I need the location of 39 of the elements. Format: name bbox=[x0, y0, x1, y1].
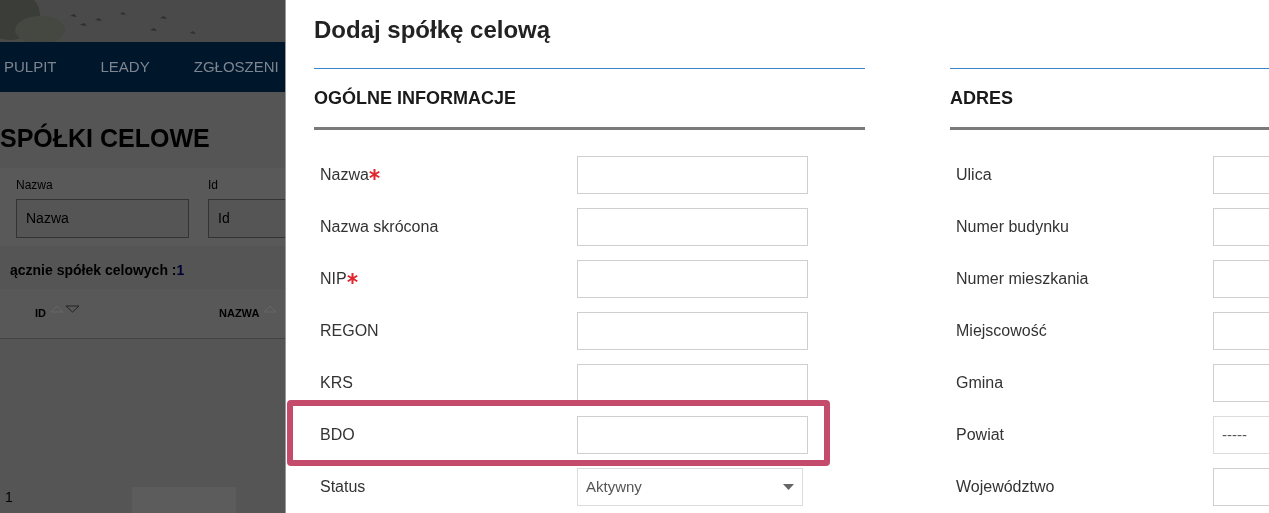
field-label: BDO bbox=[320, 425, 355, 445]
field-label: Gmina bbox=[956, 373, 1004, 393]
field-label: KRS bbox=[320, 373, 353, 393]
field-label: Ulica bbox=[956, 165, 992, 185]
page-number[interactable]: 1 bbox=[5, 487, 13, 508]
text-input[interactable] bbox=[577, 156, 808, 194]
filter-input[interactable]: Nazwa bbox=[16, 198, 189, 238]
filter-label: Id bbox=[208, 176, 219, 194]
section-heading: OGÓLNE INFORMACJE bbox=[314, 86, 517, 110]
field-label: Miejscowość bbox=[956, 321, 1047, 341]
nav-item[interactable]: PULPIT bbox=[4, 55, 57, 79]
text-input[interactable] bbox=[577, 208, 808, 246]
sort-icon[interactable] bbox=[50, 305, 80, 313]
filter-label: Nazwa bbox=[16, 176, 54, 194]
field-label: Nazwa bbox=[320, 165, 369, 185]
select-field[interactable]: ----- bbox=[1213, 416, 1269, 454]
text-input[interactable] bbox=[577, 364, 808, 402]
page-title: SPÓŁKI CELOWE bbox=[0, 122, 211, 154]
column-header[interactable]: ID bbox=[35, 304, 46, 322]
column-header[interactable]: NAZWA bbox=[219, 304, 260, 322]
field-label: Nazwa skrócona bbox=[320, 217, 439, 237]
field-label: Numer budynku bbox=[956, 217, 1069, 237]
nav-item[interactable]: ZGŁOSZENI bbox=[193, 55, 279, 79]
select-field[interactable]: Aktywny bbox=[577, 468, 803, 506]
field-label: REGON bbox=[320, 321, 379, 341]
field-label: Województwo bbox=[956, 477, 1055, 497]
field-label: Status bbox=[320, 477, 366, 497]
field-label: NIP bbox=[320, 269, 347, 289]
nav-item[interactable]: LEADY bbox=[100, 55, 150, 79]
modal-title: Dodaj spółkę celową bbox=[314, 15, 552, 45]
field-label: Powiat bbox=[956, 425, 1005, 445]
filter-input[interactable]: Id bbox=[208, 198, 285, 238]
text-input[interactable] bbox=[577, 312, 808, 350]
section-heading: ADRES bbox=[950, 86, 1014, 110]
text-input[interactable] bbox=[577, 260, 808, 298]
total-count: 1 bbox=[176, 260, 185, 280]
text-input[interactable] bbox=[577, 416, 808, 454]
total-label: ącznie spółek celowych : bbox=[10, 260, 177, 280]
field-label: Numer mieszkania bbox=[956, 269, 1089, 289]
